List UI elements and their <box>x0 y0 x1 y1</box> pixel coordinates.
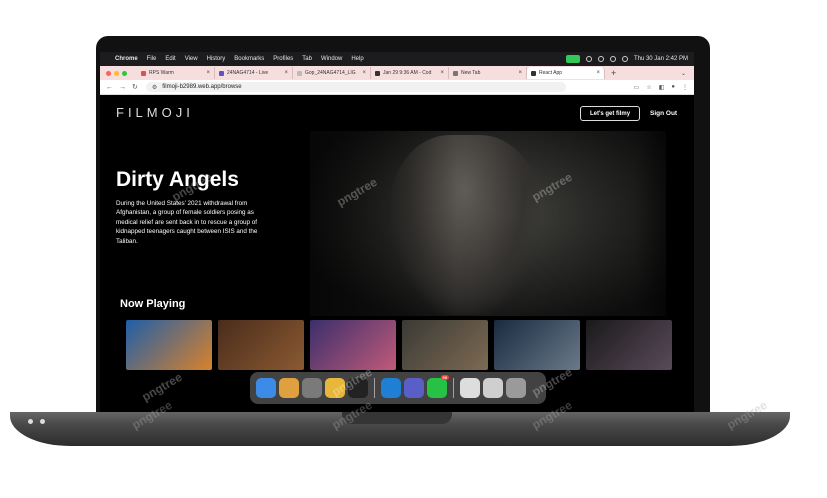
menu-file[interactable]: File <box>147 56 157 62</box>
close-window-button[interactable] <box>106 70 111 76</box>
zoom-window-button[interactable] <box>122 70 127 76</box>
profile-avatar-icon[interactable]: ● <box>671 84 675 90</box>
laptop-led-indicator <box>28 419 33 424</box>
address-bar[interactable]: ⚙ filmoji-b2989.web.app/browse <box>145 82 566 92</box>
downloads-icon[interactable] <box>483 378 503 398</box>
trash-icon[interactable] <box>506 378 526 398</box>
more-menu-icon[interactable]: ⋮ <box>682 84 688 91</box>
tab-favicon-icon <box>531 70 536 76</box>
spotlight-search-icon[interactable] <box>621 56 628 62</box>
menu-bookmarks[interactable]: Bookmarks <box>234 56 264 62</box>
toolbar-actions: ▭ ☆ ◧ ● ⋮ <box>634 84 688 91</box>
movie-poster-wolf[interactable] <box>586 320 672 370</box>
battery-icon[interactable] <box>609 56 616 62</box>
browser-tab[interactable]: RPS Warm × <box>137 67 215 79</box>
finder-icon[interactable] <box>256 378 276 398</box>
menu-help[interactable]: Help <box>351 56 363 62</box>
filmoji-browse-page: FILMOJI Let's get filmy Sign Out Dirty A… <box>100 95 694 412</box>
site-info-icon[interactable]: ⚙ <box>152 84 157 91</box>
control-center-icon[interactable] <box>585 56 592 62</box>
close-tab-icon[interactable]: × <box>596 70 600 76</box>
macos-menu-bar: Chrome File Edit View History Bookmarks … <box>100 52 694 66</box>
bookmark-star-icon[interactable]: ☆ <box>646 84 651 91</box>
tab-title: New Tab <box>461 70 481 76</box>
menu-history[interactable]: History <box>207 56 226 62</box>
menu-chrome[interactable]: Chrome <box>115 56 138 62</box>
movie-poster-nosferatu[interactable] <box>494 320 580 370</box>
browser-toolbar: ← → ↻ ⚙ filmoji-b2989.web.app/browse ▭ ☆… <box>100 80 694 95</box>
close-tab-icon[interactable]: × <box>284 70 288 76</box>
close-tab-icon[interactable]: × <box>440 70 444 76</box>
reload-icon[interactable]: ↻ <box>132 83 138 91</box>
close-tab-icon[interactable]: × <box>518 70 522 76</box>
menu-tab[interactable]: Tab <box>302 56 312 62</box>
cast-icon[interactable]: ▭ <box>634 84 640 91</box>
vscode-icon[interactable] <box>381 378 401 398</box>
tab-title: RPS Warm <box>149 70 174 76</box>
sign-out-link[interactable]: Sign Out <box>650 110 677 117</box>
movie-poster-gladiator[interactable] <box>218 320 304 370</box>
back-arrow-icon[interactable]: ← <box>106 84 113 91</box>
address-url: filmoji-b2989.web.app/browse <box>162 84 242 90</box>
minimize-window-button[interactable] <box>114 70 119 76</box>
tab-favicon-icon <box>453 70 458 76</box>
tab-favicon-icon <box>141 70 146 76</box>
movie-poster-moana[interactable] <box>310 320 396 370</box>
dock-separator <box>453 378 454 398</box>
lets-get-filmy-button[interactable]: Let's get filmy <box>580 106 640 121</box>
tab-favicon-icon <box>297 70 302 76</box>
close-tab-icon[interactable]: × <box>362 70 366 76</box>
now-playing-heading: Now Playing <box>120 298 186 310</box>
tab-favicon-icon <box>219 70 224 76</box>
tab-title: Jan 29 9:36 AM - Cod <box>383 70 432 76</box>
browser-tab-strip: RPS Warm × 24NAG4714 - Live × Gop_24NAG471… <box>100 66 694 80</box>
forward-arrow-icon[interactable]: → <box>119 84 126 91</box>
macos-dock: 99 <box>250 372 546 404</box>
whatsapp-icon[interactable]: 99 <box>427 375 449 398</box>
extensions-icon[interactable]: ◧ <box>659 84 665 91</box>
teams-icon[interactable] <box>404 378 424 398</box>
window-controls <box>106 70 127 76</box>
movie-poster-sonic[interactable] <box>126 320 212 370</box>
preview-icon[interactable] <box>460 378 480 398</box>
menu-profiles[interactable]: Profiles <box>273 56 293 62</box>
tab-title: 24NAG4714 - Live <box>227 70 269 76</box>
screen-recording-icon[interactable] <box>565 55 580 63</box>
browser-tab[interactable]: Jan 29 9:36 AM - Cod × <box>371 67 449 79</box>
menu-bar-clock[interactable]: Thu 30 Jan 2:42 PM <box>634 56 688 62</box>
filmoji-logo[interactable]: FILMOJI <box>116 105 194 120</box>
dock-separator <box>374 378 375 398</box>
browser-tab[interactable]: 24NAG4714 - Live × <box>215 67 293 79</box>
menu-edit[interactable]: Edit <box>165 56 175 62</box>
launchpad-icon[interactable] <box>279 378 299 398</box>
menu-window[interactable]: Window <box>321 56 342 62</box>
new-tab-icon[interactable]: + <box>611 68 616 78</box>
wifi-icon[interactable] <box>597 56 604 62</box>
tab-favicon-icon <box>375 70 380 76</box>
notification-badge: 99 <box>440 375 449 380</box>
close-tab-icon[interactable]: × <box>206 70 210 76</box>
movie-poster-action-cast[interactable] <box>402 320 488 370</box>
tab-search-chevron-icon[interactable]: ⌄ <box>681 70 686 77</box>
laptop-led-indicator <box>40 419 45 424</box>
browser-tab[interactable]: Gop_24NAG4714_LIG × <box>293 67 371 79</box>
menu-view[interactable]: View <box>185 56 198 62</box>
settings-icon[interactable] <box>302 378 322 398</box>
browser-tab-active[interactable]: React App × <box>527 67 605 79</box>
tab-title: Gop_24NAG4714_LIG <box>305 70 356 76</box>
laptop-screen: Chrome File Edit View History Bookmarks … <box>100 52 694 412</box>
movie-description: During the United States' 2021 withdrawa… <box>116 200 258 245</box>
tab-title: React App <box>539 70 563 76</box>
browser-tab[interactable]: New Tab × <box>449 67 527 79</box>
menu-bar-status-area: Thu 30 Jan 2:42 PM <box>565 52 688 66</box>
